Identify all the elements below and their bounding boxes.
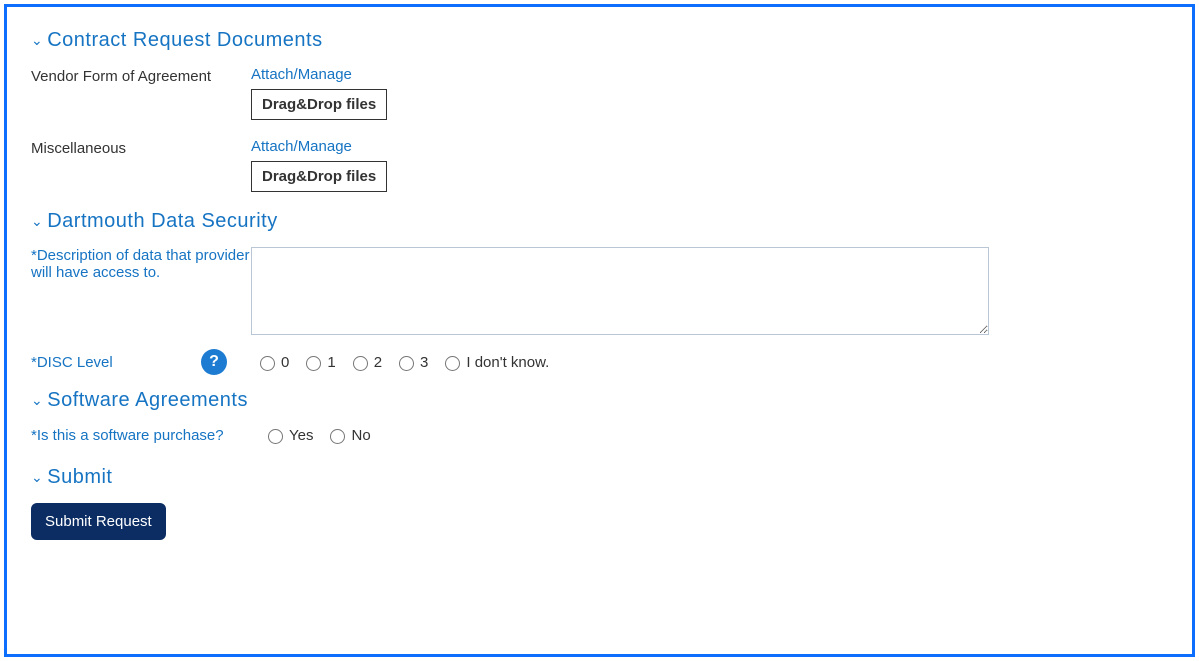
attach-manage-link[interactable]: Attach/Manage — [251, 138, 352, 155]
section-header-data-security[interactable]: ⌄ Dartmouth Data Security — [31, 210, 1168, 233]
radio-input[interactable] — [445, 356, 460, 371]
option-text: 3 — [420, 354, 428, 371]
disc-option-unknown[interactable]: I don't know. — [440, 353, 549, 371]
disc-level-row: *DISC Level ? 0 1 2 3 I don't know. — [31, 349, 1168, 375]
disc-option-0[interactable]: 0 — [255, 353, 289, 371]
option-text: 2 — [374, 354, 382, 371]
option-text: 0 — [281, 354, 289, 371]
radio-input[interactable] — [268, 429, 283, 444]
disc-option-3[interactable]: 3 — [394, 353, 428, 371]
disc-option-1[interactable]: 1 — [301, 353, 335, 371]
section-title: Submit — [47, 466, 112, 489]
chevron-down-icon: ⌄ — [31, 213, 43, 230]
doc-row-miscellaneous: Miscellaneous Attach/Manage Drag&Drop fi… — [31, 138, 1168, 192]
drag-drop-zone[interactable]: Drag&Drop files — [251, 161, 387, 192]
option-text: Yes — [289, 427, 313, 444]
radio-input[interactable] — [399, 356, 414, 371]
section-title: Dartmouth Data Security — [47, 210, 277, 233]
label-text: Is this a software purchase? — [37, 427, 224, 444]
software-question-row: *Is this a software purchase? Yes No — [31, 426, 1168, 444]
section-header-contract-documents[interactable]: ⌄ Contract Request Documents — [31, 29, 1168, 52]
disc-level-options: 0 1 2 3 I don't know. — [255, 353, 557, 371]
section-header-software-agreements[interactable]: ⌄ Software Agreements — [31, 389, 1168, 412]
software-option-yes[interactable]: Yes — [263, 426, 313, 444]
data-description-label: *Description of data that provider will … — [31, 247, 251, 281]
radio-input[interactable] — [260, 356, 275, 371]
doc-label: Vendor Form of Agreement — [31, 66, 251, 85]
label-text: Description of data that provider will h… — [31, 247, 249, 281]
chevron-down-icon: ⌄ — [31, 469, 43, 486]
disc-option-2[interactable]: 2 — [348, 353, 382, 371]
form-frame: ⌄ Contract Request Documents Vendor Form… — [4, 4, 1195, 657]
doc-row-vendor-form: Vendor Form of Agreement Attach/Manage D… — [31, 66, 1168, 120]
drag-drop-zone[interactable]: Drag&Drop files — [251, 89, 387, 120]
software-option-no[interactable]: No — [325, 426, 370, 444]
attach-manage-link[interactable]: Attach/Manage — [251, 66, 352, 83]
data-description-row: *Description of data that provider will … — [31, 247, 1168, 335]
software-question-label: *Is this a software purchase? — [31, 427, 263, 444]
radio-input[interactable] — [330, 429, 345, 444]
data-description-textarea[interactable] — [251, 247, 989, 335]
option-text: No — [351, 427, 370, 444]
doc-label: Miscellaneous — [31, 138, 251, 157]
label-text: DISC Level — [37, 354, 113, 371]
radio-input[interactable] — [306, 356, 321, 371]
chevron-down-icon: ⌄ — [31, 392, 43, 409]
software-options: Yes No — [263, 426, 379, 444]
disc-level-label: *DISC Level — [31, 354, 201, 371]
option-text: I don't know. — [466, 354, 549, 371]
section-title: Software Agreements — [47, 389, 248, 412]
submit-request-button[interactable]: Submit Request — [31, 503, 166, 540]
chevron-down-icon: ⌄ — [31, 32, 43, 49]
option-text: 1 — [327, 354, 335, 371]
section-header-submit[interactable]: ⌄ Submit — [31, 466, 1168, 489]
help-icon[interactable]: ? — [201, 349, 227, 375]
radio-input[interactable] — [353, 356, 368, 371]
section-title: Contract Request Documents — [47, 29, 322, 52]
